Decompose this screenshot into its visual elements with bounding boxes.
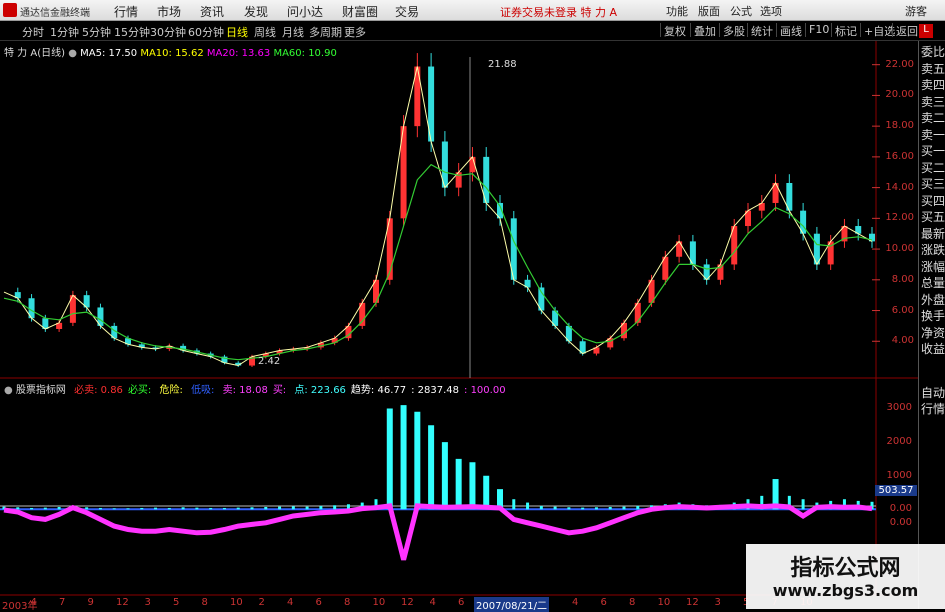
indicator-name: 股票指标网 bbox=[15, 385, 66, 396]
ma60-line bbox=[3, 163, 873, 361]
indicator-axis-label: 0.00 bbox=[889, 517, 912, 529]
indicator-legend-item: : 100.00 bbox=[464, 385, 506, 396]
quote-sidebar: 委比卖五 卖四卖三 卖二卖一 买一买二 买三买四 买五最新 涨跌涨幅 总量外盘 换手净资 收益自动… bbox=[918, 41, 945, 609]
watermark-url: www.zbgs3.com bbox=[772, 581, 919, 600]
cursor-date-label: 2007/08/21/二 bbox=[474, 597, 550, 612]
x-axis-label: 8 bbox=[629, 597, 636, 608]
sidebar-item[interactable]: 卖二 bbox=[920, 111, 945, 126]
x-axis-label: 4 bbox=[30, 597, 37, 608]
indicator-legend-item: 买: bbox=[272, 385, 290, 396]
indicator-legend-item: 点: 223.66 bbox=[294, 385, 346, 396]
stock-name: 特 力 A bbox=[4, 48, 38, 59]
sidebar-item[interactable]: 涨跌 bbox=[920, 243, 945, 258]
chart-canvas[interactable] bbox=[0, 0, 945, 609]
x-axis-label: 8 bbox=[344, 597, 351, 608]
x-axis-label: 3 bbox=[714, 597, 721, 608]
price-axis-label: 10.00 bbox=[885, 243, 914, 255]
price-axis-label: 14.00 bbox=[885, 181, 914, 193]
low-price-label: 2.42 bbox=[258, 356, 281, 367]
ma5-value: MA5: 17.50 bbox=[80, 48, 138, 59]
price-axis-label: 8.00 bbox=[891, 273, 914, 285]
sidebar-item[interactable]: 卖一 bbox=[920, 128, 945, 143]
sell-line bbox=[3, 503, 873, 561]
indicator-toggle-icon[interactable]: ● bbox=[4, 385, 13, 396]
sidebar-item[interactable]: 卖三 bbox=[920, 95, 945, 110]
x-axis-label: 3 bbox=[144, 597, 151, 608]
sidebar-item[interactable]: 买四 bbox=[920, 194, 945, 209]
x-axis-label: 9 bbox=[87, 597, 94, 608]
x-axis-label: 12 bbox=[401, 597, 414, 608]
sidebar-item[interactable]: 买三 bbox=[920, 177, 945, 192]
sidebar-item[interactable]: 买五 bbox=[920, 210, 945, 225]
sidebar-item[interactable]: 卖五 bbox=[920, 62, 945, 77]
sidebar-item[interactable]: 收益 bbox=[920, 342, 945, 357]
sidebar-item[interactable]: 涨幅 bbox=[920, 260, 945, 275]
watermark-title: 指标公式网 bbox=[790, 556, 901, 581]
watermark: 指标公式网 www.zbgs3.com bbox=[746, 544, 945, 609]
x-axis-label: 6 bbox=[315, 597, 322, 608]
sidebar-item[interactable]: 净资 bbox=[920, 326, 945, 341]
x-axis-label: 6 bbox=[458, 597, 465, 608]
price-axis-label: 16.00 bbox=[885, 150, 914, 162]
indicator-legend-item: : 2837.48 bbox=[411, 385, 460, 396]
price-axis-label: 18.00 bbox=[885, 120, 914, 132]
indicator-legend: ● 股票指标网 必卖: 0.86 必买: 危险: 低吸: 卖: 18.08 买: 点… bbox=[4, 381, 506, 396]
current-value-tag: 503.57 bbox=[875, 485, 917, 496]
ma60-value: MA60: 10.90 bbox=[273, 48, 337, 59]
price-axis-label: 22.00 bbox=[885, 58, 914, 70]
x-axis-label: 12 bbox=[686, 597, 699, 608]
x-axis-label: 12 bbox=[116, 597, 129, 608]
indicator-axis-label: 2000 bbox=[886, 436, 912, 448]
sidebar-item[interactable]: 最新 bbox=[920, 227, 945, 242]
sidebar-item[interactable]: 买二 bbox=[920, 161, 945, 176]
sidebar-item[interactable]: 换手 bbox=[920, 309, 945, 324]
indicator-legend-item: 卖: 18.08 bbox=[222, 385, 268, 396]
x-axis-label: 10 bbox=[657, 597, 671, 608]
indicator-axis-label: 1000 bbox=[886, 469, 912, 481]
sidebar-bottom-item[interactable]: 行情 bbox=[920, 402, 945, 417]
ma5-line bbox=[3, 66, 873, 367]
ma10-value: MA10: 15.62 bbox=[140, 48, 204, 59]
x-axis-label: 5 bbox=[173, 597, 180, 608]
indicator-legend-item: 低吸: bbox=[191, 385, 218, 396]
indicator-legend-item: 必买: bbox=[127, 385, 155, 396]
x-axis-label: 8 bbox=[201, 597, 208, 608]
indicator-axis-label: 0.00 bbox=[889, 503, 912, 515]
sidebar-item[interactable]: 外盘 bbox=[920, 293, 945, 308]
sidebar-item[interactable]: 买一 bbox=[920, 144, 945, 159]
x-axis-label: 10 bbox=[372, 597, 386, 608]
sidebar-item[interactable]: 委比 bbox=[920, 45, 945, 60]
sidebar-item[interactable]: 卖四 bbox=[920, 78, 945, 93]
legend-toggle-icon[interactable]: ● bbox=[68, 48, 77, 59]
x-axis-label: 7 bbox=[59, 597, 66, 608]
sidebar-bottom-item[interactable]: 自动 bbox=[920, 386, 945, 401]
indicator-legend-item: 必卖: 0.86 bbox=[74, 385, 123, 396]
indicator-legend-item: 危险: bbox=[159, 385, 187, 396]
x-axis-label: 10 bbox=[230, 597, 243, 608]
high-price-label: 21.88 bbox=[488, 59, 517, 70]
x-axis-label: 6 bbox=[600, 597, 607, 608]
indicator-axis-label: 3000 bbox=[886, 402, 912, 414]
ma20-value: MA20: 13.63 bbox=[206, 48, 271, 59]
price-axis-label: 12.00 bbox=[885, 212, 914, 224]
indicator-legend-item: 趋势: 46.77 bbox=[350, 385, 407, 396]
x-axis-label: 4 bbox=[429, 597, 436, 608]
x-axis-label: 2 bbox=[258, 597, 265, 608]
corner-badge[interactable]: L bbox=[919, 24, 933, 38]
x-axis-label: 4 bbox=[572, 597, 579, 608]
price-axis-label: 4.00 bbox=[891, 335, 914, 347]
period-label: (日线) bbox=[37, 48, 66, 59]
sidebar-item[interactable]: 总量 bbox=[920, 276, 945, 291]
price-axis-label: 6.00 bbox=[891, 304, 914, 316]
price-legend: 特 力 A(日线) ● MA5: 17.50 MA10: 15.62 MA20:… bbox=[4, 44, 337, 59]
x-axis-label: 4 bbox=[287, 597, 294, 608]
price-axis-label: 20.00 bbox=[885, 89, 914, 101]
